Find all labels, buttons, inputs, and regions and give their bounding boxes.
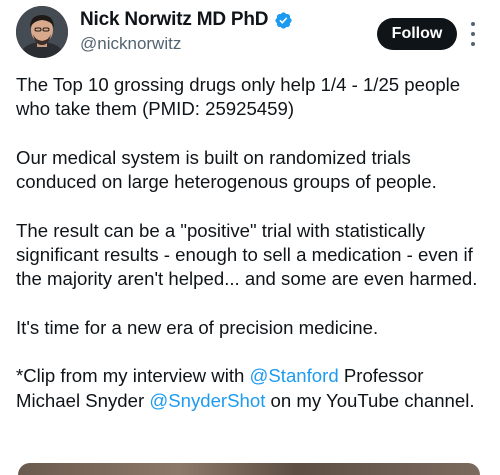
- author-info: Nick Norwitz MD PhD @nicknorwitz: [80, 9, 293, 54]
- author-display-name[interactable]: Nick Norwitz MD PhD: [80, 9, 269, 31]
- more-dot: [471, 32, 475, 36]
- tweet-text: The Top 10 grossing drugs only help 1/4 …: [16, 73, 486, 437]
- tweet-card: Nick Norwitz MD PhD @nicknorwitz Follow …: [0, 0, 500, 475]
- verified-badge-icon: [275, 11, 292, 29]
- tweet-paragraph: The Top 10 grossing drugs only help 1/4 …: [16, 74, 461, 120]
- avatar-photo-icon: [16, 6, 68, 58]
- text-segment: on my YouTube channel.: [265, 389, 475, 411]
- mention-link-stanford[interactable]: @Stanford: [250, 365, 339, 386]
- more-options-icon[interactable]: [468, 22, 478, 46]
- tweet-paragraph: The result can be a "positive" trial wit…: [16, 219, 478, 290]
- tweet-paragraph: Our medical system is built on randomize…: [16, 146, 437, 193]
- name-row: Nick Norwitz MD PhD: [80, 9, 293, 31]
- tweet-paragraph: *Clip from my interview with @Stanford P…: [16, 364, 486, 413]
- avatar[interactable]: [16, 6, 68, 58]
- mention-link-snydershot[interactable]: @SnyderShot: [149, 390, 265, 411]
- video-media-preview[interactable]: [18, 463, 480, 475]
- author-handle[interactable]: @nicknorwitz: [80, 34, 293, 54]
- follow-button[interactable]: Follow: [377, 18, 457, 50]
- more-dot: [471, 22, 475, 26]
- tweet-paragraph: It's time for a new era of precision med…: [16, 316, 379, 338]
- text-segment: *Clip from my interview with: [16, 365, 250, 387]
- more-dot: [471, 42, 475, 46]
